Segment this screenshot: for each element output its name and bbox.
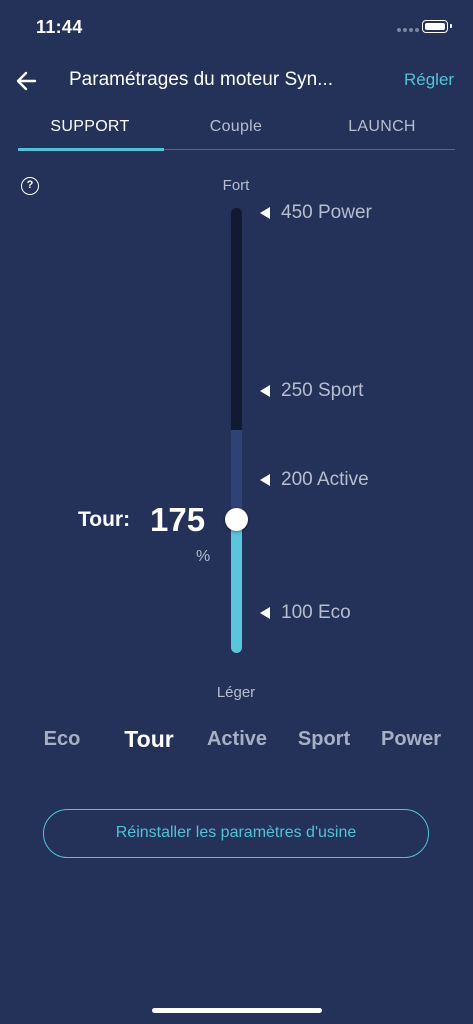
marker-sport: 250 Sport	[260, 380, 363, 402]
slider-track-fill[interactable]	[231, 520, 242, 653]
marker-power: 450 Power	[260, 202, 372, 224]
marker-name: Sport	[317, 380, 364, 401]
tab-couple[interactable]: Couple	[161, 118, 311, 136]
current-mode-label: Tour:	[78, 508, 131, 531]
current-value: 175	[150, 501, 206, 538]
apply-button[interactable]: Régler	[404, 70, 454, 90]
mode-active[interactable]: Active	[192, 728, 282, 751]
mode-eco[interactable]: Eco	[17, 728, 107, 751]
mode-power[interactable]: Power	[366, 728, 456, 751]
mode-sport[interactable]: Sport	[279, 728, 369, 751]
back-arrow-icon[interactable]	[14, 68, 40, 94]
marker-value: 450	[281, 202, 313, 223]
mode-tour[interactable]: Tour	[104, 726, 194, 753]
slider-track-upper[interactable]	[231, 208, 242, 434]
status-time: 11:44	[36, 17, 83, 37]
marker-active: 200 Active	[260, 469, 369, 491]
marker-triangle-icon	[260, 385, 270, 397]
value-unit: %	[196, 548, 211, 565]
tab-support[interactable]: SUPPORT	[15, 118, 165, 136]
tab-active-indicator	[18, 148, 164, 151]
reset-factory-button[interactable]: Réinstaller les paramètres d'usine	[43, 809, 429, 858]
battery-icon	[422, 20, 452, 33]
marker-value: 100	[281, 602, 313, 623]
marker-name: Power	[317, 202, 372, 223]
marker-value: 200	[281, 469, 313, 490]
slider-bottom-label: Léger	[216, 684, 256, 701]
marker-triangle-icon	[260, 207, 270, 219]
marker-name: Active	[316, 469, 369, 490]
signal-icon	[397, 28, 419, 32]
slider-top-label: Fort	[222, 177, 250, 194]
help-icon[interactable]: ?	[21, 177, 39, 195]
marker-value: 250	[281, 380, 313, 401]
marker-eco: 100 Eco	[260, 602, 351, 624]
marker-triangle-icon	[260, 607, 270, 619]
page-title: Paramétrages du moteur Syn...	[69, 69, 334, 90]
home-indicator[interactable]	[152, 1008, 322, 1013]
marker-triangle-icon	[260, 474, 270, 486]
slider-thumb[interactable]	[225, 508, 248, 531]
marker-name: Eco	[317, 602, 351, 623]
tab-launch[interactable]: LAUNCH	[307, 118, 457, 136]
